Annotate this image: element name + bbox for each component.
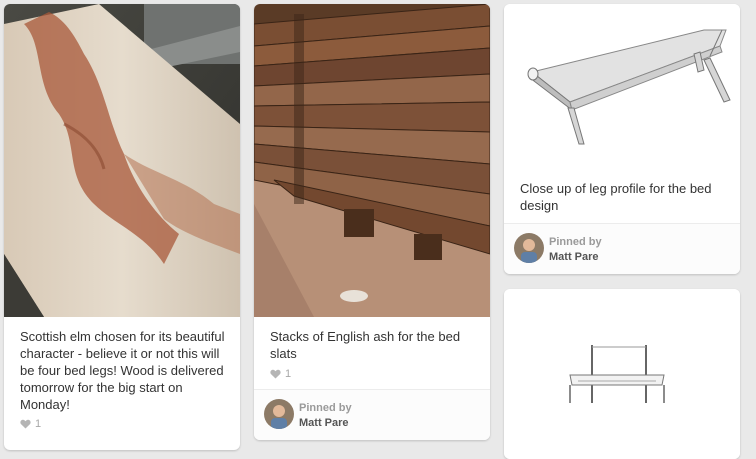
wood-slab-photo-icon [4,4,240,317]
like-count[interactable]: 1 [270,368,291,380]
pin-card-scottish-elm[interactable]: Scottish elm chosen for its beautiful ch… [4,4,240,450]
pin-card-english-ash[interactable]: Stacks of English ash for the bed slats … [254,4,490,440]
pin-card-leg-profile[interactable]: Close up of leg profile for the bed desi… [504,4,740,274]
pin-description: Stacks of English ash for the bed slats [270,329,461,361]
pinner-name[interactable]: Matt Pare [549,251,599,263]
pin-image-elm-slab[interactable] [4,4,240,317]
pin-image-leg-render[interactable] [504,4,740,169]
heart-icon [20,419,31,429]
bed-frame-render-icon [504,289,740,459]
like-count[interactable]: 1 [20,418,41,430]
pin-image-bed-frame[interactable] [504,289,740,459]
like-count-value: 1 [35,418,42,430]
pin-description: Close up of leg profile for the bed desi… [520,181,712,213]
pin-image-ash-stack[interactable] [254,4,490,317]
pinned-by-label: Pinned by [549,236,602,248]
pin-description: Scottish elm chosen for its beautiful ch… [20,329,225,412]
avatar[interactable] [514,233,544,263]
pinner-bar[interactable]: Pinned by Matt Pare [504,223,740,274]
pinned-by-label: Pinned by [299,402,352,414]
wood-stack-photo-icon [254,4,490,317]
pin-card-bed-frame[interactable] [504,289,740,459]
pinner-bar[interactable]: Pinned by Matt Pare [254,389,490,440]
avatar[interactable] [264,399,294,429]
user-avatar-icon [264,399,294,429]
like-count-value: 1 [285,368,292,380]
bed-leg-render-icon [504,4,740,169]
pinner-name[interactable]: Matt Pare [299,417,349,429]
user-avatar-icon [514,233,544,263]
heart-icon [270,369,281,379]
